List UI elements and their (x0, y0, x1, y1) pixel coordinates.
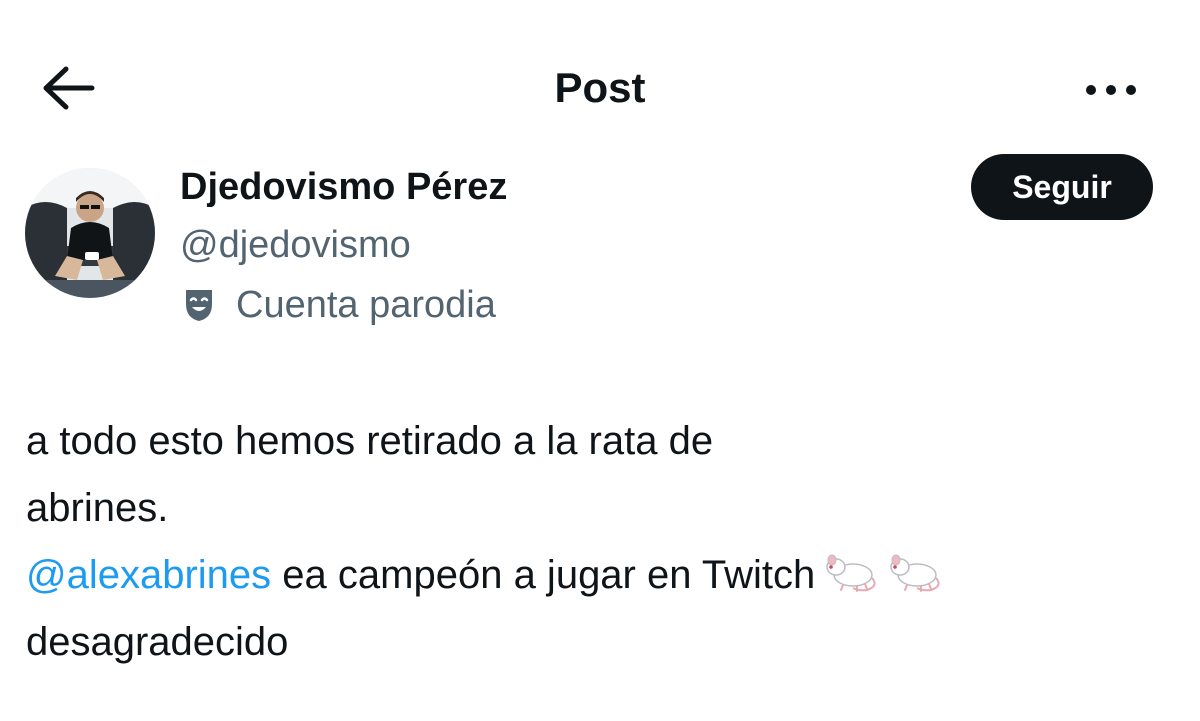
top-bar: Post (0, 0, 1200, 175)
avatar[interactable] (25, 168, 155, 298)
rat-emoji-icon (887, 552, 943, 592)
mention-link[interactable]: @alexabrines (26, 553, 271, 597)
post-text: a todo esto hemos retirado a la rata de … (26, 408, 1176, 676)
parody-badge: Cuenta parodia (180, 280, 496, 330)
avatar-photo (25, 168, 155, 298)
theater-masks-icon (180, 286, 218, 324)
author-name[interactable]: Djedovismo Pérez (180, 162, 507, 212)
author-handle[interactable]: @djedovismo (180, 220, 411, 270)
post-text-line: a todo esto hemos retirado a la rata de (26, 419, 714, 463)
post-text-line: @alexabrines ea campeón a jugar en Twitc… (26, 542, 1176, 609)
parody-label: Cuenta parodia (236, 284, 496, 326)
page-title: Post (554, 64, 646, 111)
follow-button[interactable]: Seguir (971, 154, 1153, 220)
post-text-line: desagradecido (26, 620, 289, 664)
rat-emoji-icon (823, 552, 879, 592)
more-options-button[interactable] (1080, 70, 1142, 110)
post-text-fragment: ea campeón a jugar en Twitch (271, 553, 816, 597)
more-horizontal-icon (1086, 85, 1136, 95)
post-text-line: abrines. (26, 486, 169, 530)
